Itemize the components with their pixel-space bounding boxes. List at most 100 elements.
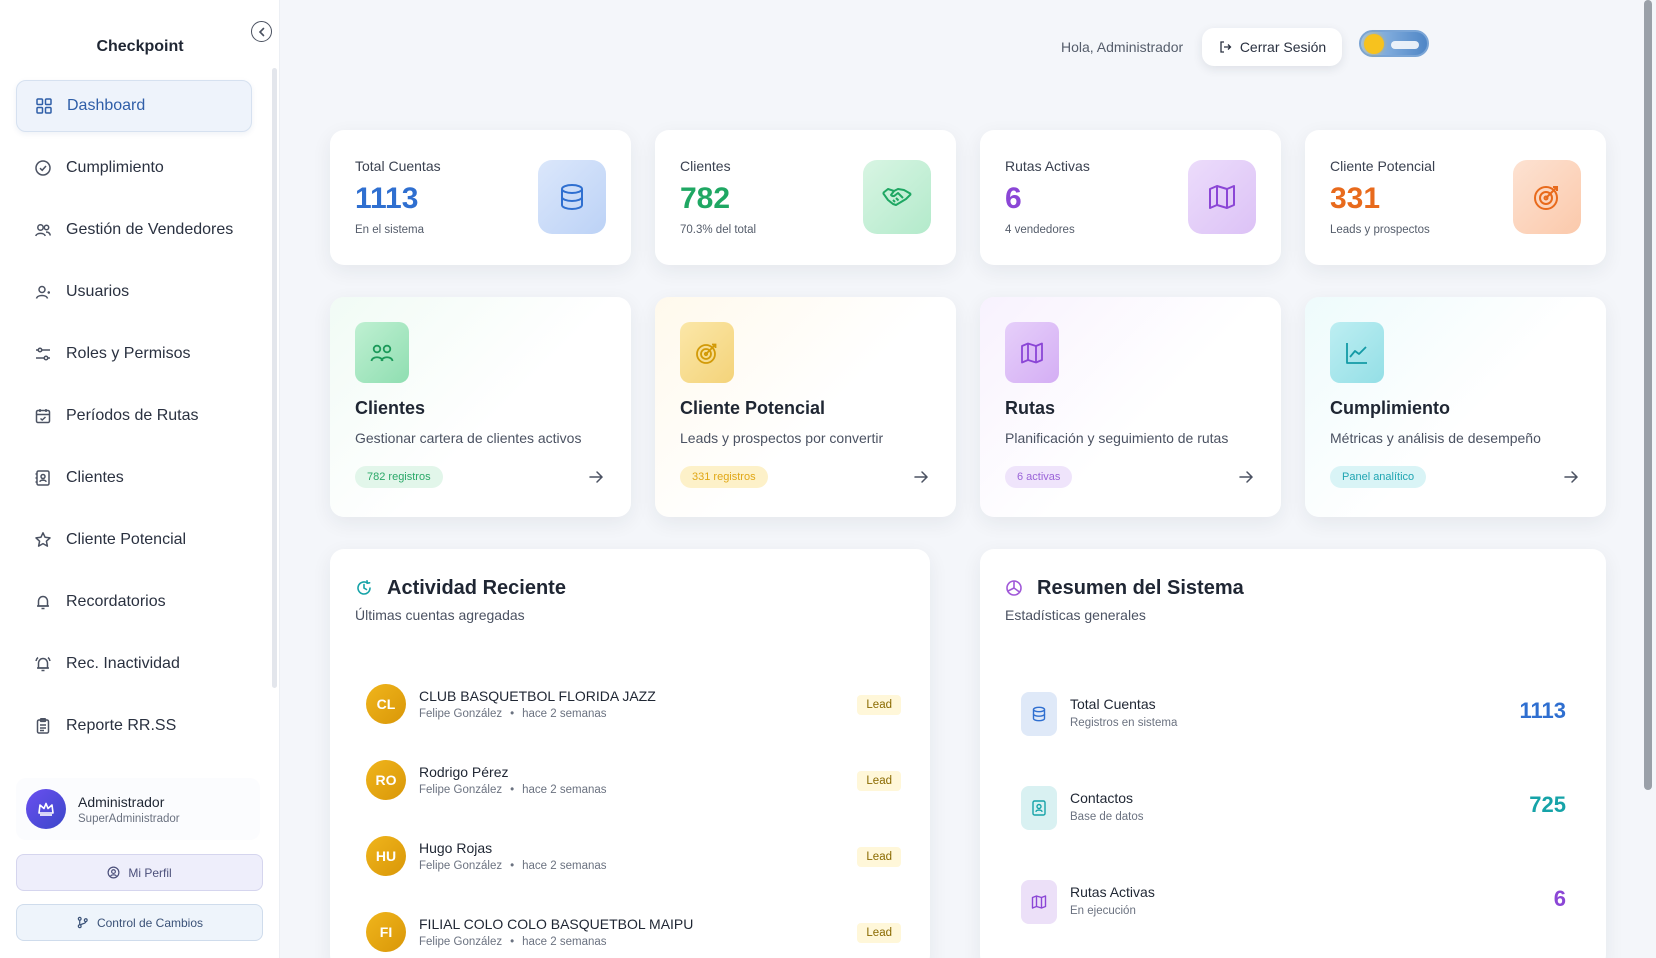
sidebar-item-rec-inactividad[interactable]: Rec. Inactividad — [16, 638, 252, 690]
module-card-cliente-potencial[interactable]: Cliente Potencial Leads y prospectos por… — [655, 297, 956, 517]
bell-icon — [34, 593, 52, 611]
summary-label: Rutas Activas — [1070, 884, 1155, 900]
profile-button[interactable]: Mi Perfil — [16, 854, 263, 891]
sidebar-item-vendedores[interactable]: Gestión de Vendedores — [16, 204, 252, 256]
map-icon — [1005, 322, 1059, 383]
changes-button[interactable]: Control de Cambios — [16, 904, 263, 941]
account-name: Rodrigo Pérez — [419, 764, 509, 780]
summary-value: 6 — [1553, 886, 1566, 911]
list-item[interactable]: CL CLUB BASQUETBOL FLORIDA JAZZ Felipe G… — [355, 674, 915, 734]
arrow-right-icon[interactable] — [587, 468, 605, 486]
summary-label: Contactos — [1070, 790, 1134, 806]
system-summary-panel: Resumen del Sistema Estadísticas general… — [980, 549, 1606, 958]
module-badge: 6 activas — [1005, 466, 1073, 488]
map-icon — [1021, 880, 1057, 924]
stat-card-rutas-activas[interactable]: Rutas Activas 6 4 vendedores — [980, 130, 1281, 265]
logout-button[interactable]: Cerrar Sesión — [1202, 28, 1342, 66]
summary-sub: En ejecución — [1070, 905, 1136, 917]
summary-sub: Registros en sistema — [1070, 717, 1178, 729]
summary-row-total-cuentas: Total Cuentas Registros en sistema 1113 — [1021, 684, 1566, 744]
created-when: hace 2 semanas — [522, 708, 607, 720]
contact-book-icon — [1021, 786, 1057, 830]
module-title: Clientes — [355, 398, 426, 418]
sidebar-item-usuarios[interactable]: Usuarios — [16, 266, 252, 318]
module-desc: Leads y prospectos por convertir — [680, 430, 884, 446]
list-item[interactable]: FI FILIAL COLO COLO BASQUETBOL MAIPU Fel… — [355, 902, 915, 958]
module-desc: Gestionar cartera de clientes activos — [355, 430, 582, 446]
sidebar-item-label: Recordatorios — [66, 593, 166, 610]
account-meta: Felipe González • hace 2 semanas — [419, 784, 607, 796]
module-card-clientes[interactable]: Clientes Gestionar cartera de clientes a… — [330, 297, 631, 517]
avatar — [26, 789, 66, 829]
sidebar-item-cumplimiento[interactable]: Cumplimiento — [16, 142, 252, 194]
account-name: CLUB BASQUETBOL FLORIDA JAZZ — [419, 688, 656, 704]
summary-sub: Base de datos — [1070, 811, 1144, 823]
calendar-icon — [34, 407, 52, 425]
status-badge: Lead — [857, 847, 901, 867]
crown-icon — [38, 802, 54, 816]
sidebar-nav: Dashboard Cumplimiento Gestión de Vended… — [16, 80, 252, 762]
sidebar-item-label: Períodos de Rutas — [66, 407, 199, 424]
panel-title: Actividad Reciente — [387, 577, 566, 599]
theme-toggle[interactable] — [1359, 30, 1429, 57]
list-item[interactable]: HU Hugo Rojas Felipe González • hace 2 sem… — [355, 826, 915, 886]
check-circle-icon — [34, 159, 52, 177]
arrow-right-icon[interactable] — [912, 468, 930, 486]
contact-book-icon — [34, 469, 52, 487]
sidebar-item-label: Clientes — [66, 469, 124, 486]
sidebar-item-reporte[interactable]: Reporte RR.SS — [16, 700, 252, 752]
grid-icon — [35, 97, 53, 115]
module-title: Rutas — [1005, 398, 1056, 418]
module-card-cumplimiento[interactable]: Cumplimiento Métricas y análisis de dese… — [1305, 297, 1606, 517]
created-by: Felipe González — [419, 936, 503, 948]
sidebar-item-label: Cumplimiento — [66, 159, 164, 176]
stat-card-total-cuentas[interactable]: Total Cuentas 1113 En el sistema — [330, 130, 631, 265]
module-card-rutas[interactable]: Rutas Planificación y seguimiento de rut… — [980, 297, 1281, 517]
stat-card-clientes[interactable]: Clientes 782 70.3% del total — [655, 130, 956, 265]
created-when: hace 2 semanas — [522, 860, 607, 872]
created-when: hace 2 semanas — [522, 784, 607, 796]
current-user-card[interactable]: Administrador SuperAdministrador — [16, 778, 260, 840]
list-item[interactable]: RO Rodrigo Pérez Felipe González • hace 2 … — [355, 750, 915, 810]
stat-card-cliente-potencial[interactable]: Cliente Potencial 331 Leads y prospectos — [1305, 130, 1606, 265]
collapse-sidebar-button[interactable] — [251, 21, 272, 42]
status-badge: Lead — [857, 695, 901, 715]
clipboard-icon — [34, 717, 52, 735]
created-by: Felipe González — [419, 860, 503, 872]
sidebar-item-dashboard[interactable]: Dashboard — [16, 80, 252, 132]
status-badge: Lead — [857, 923, 901, 943]
summary-label: Total Cuentas — [1070, 696, 1156, 712]
greeting: Hola, Administrador — [1061, 39, 1184, 55]
arrow-right-icon[interactable] — [1562, 468, 1580, 486]
sidebar-item-cliente-potencial[interactable]: Cliente Potencial — [16, 514, 252, 566]
stat-label: Total Cuentas — [355, 158, 441, 174]
sun-icon — [1364, 34, 1384, 54]
account-meta: Felipe González • hace 2 semanas — [419, 860, 607, 872]
activity-icon — [355, 579, 373, 597]
stat-value: 6 — [1005, 182, 1022, 215]
module-badge: Panel analítico — [1330, 466, 1427, 488]
stat-value: 1113 — [355, 182, 419, 215]
database-icon — [538, 160, 606, 234]
logout-icon — [1218, 40, 1232, 54]
map-icon — [1188, 160, 1256, 234]
bell-ring-icon — [34, 655, 52, 673]
page-scrollbar[interactable] — [1644, 0, 1652, 790]
panel-subtitle: Últimas cuentas agregadas — [355, 607, 525, 623]
stat-sub: Leads y prospectos — [1330, 224, 1430, 236]
stat-label: Rutas Activas — [1005, 158, 1090, 174]
database-icon — [1021, 692, 1057, 736]
panel-subtitle: Estadísticas generales — [1005, 607, 1146, 623]
sidebar-item-roles[interactable]: Roles y Permisos — [16, 328, 252, 380]
created-by: Felipe González — [419, 708, 503, 720]
sidebar-item-recordatorios[interactable]: Recordatorios — [16, 576, 252, 628]
users-group-icon — [355, 322, 409, 383]
arrow-right-icon[interactable] — [1237, 468, 1255, 486]
sidebar-scrollbar[interactable] — [272, 68, 277, 688]
sidebar-item-label: Usuarios — [66, 283, 130, 300]
stat-sub: 70.3% del total — [680, 224, 757, 236]
status-badge: Lead — [857, 771, 901, 791]
sidebar-item-clientes[interactable]: Clientes — [16, 452, 252, 504]
star-icon — [34, 531, 52, 549]
sidebar-item-periodos[interactable]: Períodos de Rutas — [16, 390, 252, 442]
